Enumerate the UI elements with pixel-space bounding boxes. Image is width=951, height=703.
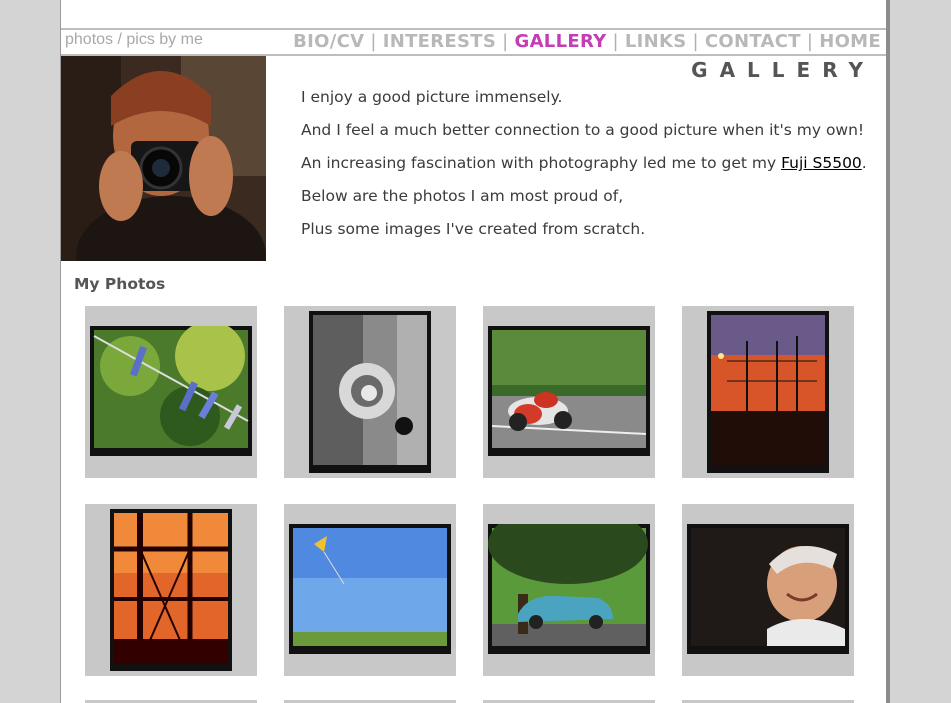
photo-thumbnail[interactable] <box>85 306 257 478</box>
site-tagline: photos / pics by me <box>65 31 203 48</box>
main-nav: BIO/CV | INTERESTS | GALLERY | LINKS | CONTACT | H… <box>293 31 881 52</box>
photo-thumbnail[interactable] <box>483 504 655 676</box>
nav-separator: | <box>806 31 814 52</box>
page-title: GALLERY <box>691 58 875 82</box>
photo-thumbnail[interactable] <box>284 306 456 478</box>
intro-text-segment: . <box>861 154 867 172</box>
photo-thumbnail[interactable] <box>284 504 456 676</box>
nav-contact[interactable]: CONTACT <box>705 31 801 52</box>
nav-separator: | <box>370 31 377 52</box>
intro-line: I enjoy a good picture immensely. <box>301 88 563 106</box>
photo-thumbnail[interactable] <box>483 306 655 478</box>
intro-line: Plus some images I've created from scrat… <box>301 220 646 238</box>
photo-thumbnail[interactable] <box>682 504 854 676</box>
photo-thumbnail[interactable] <box>85 504 257 676</box>
portrait-photo <box>61 56 266 261</box>
nav-bio-cv[interactable]: BIO/CV <box>293 31 364 52</box>
intro-line: Below are the photos I am most proud of, <box>301 187 624 205</box>
intro-line: An increasing fascination with photograp… <box>301 154 881 173</box>
nav-interests[interactable]: INTERESTS <box>383 31 496 52</box>
photo-thumbnail[interactable] <box>682 306 854 478</box>
nav-separator: | <box>692 31 699 52</box>
header-divider-top <box>61 28 887 30</box>
nav-separator: | <box>612 31 619 52</box>
intro-text: I enjoy a good picture immensely. And I … <box>301 88 881 253</box>
page-shadow <box>886 0 890 703</box>
nav-home[interactable]: HOME <box>819 31 881 52</box>
photos-heading: My Photos <box>74 275 166 293</box>
nav-links[interactable]: LINKS <box>625 31 687 52</box>
nav-separator: | <box>502 31 509 52</box>
page-container: photos / pics by me BIO/CV | INTERESTS | GAL… <box>60 0 887 703</box>
intro-text-segment: An increasing fascination with photograp… <box>301 154 782 172</box>
nav-gallery[interactable]: GALLERY <box>515 31 607 52</box>
intro-line: And I feel a much better connection to a… <box>301 121 865 139</box>
camera-link[interactable]: Fuji S5500 <box>781 154 862 172</box>
